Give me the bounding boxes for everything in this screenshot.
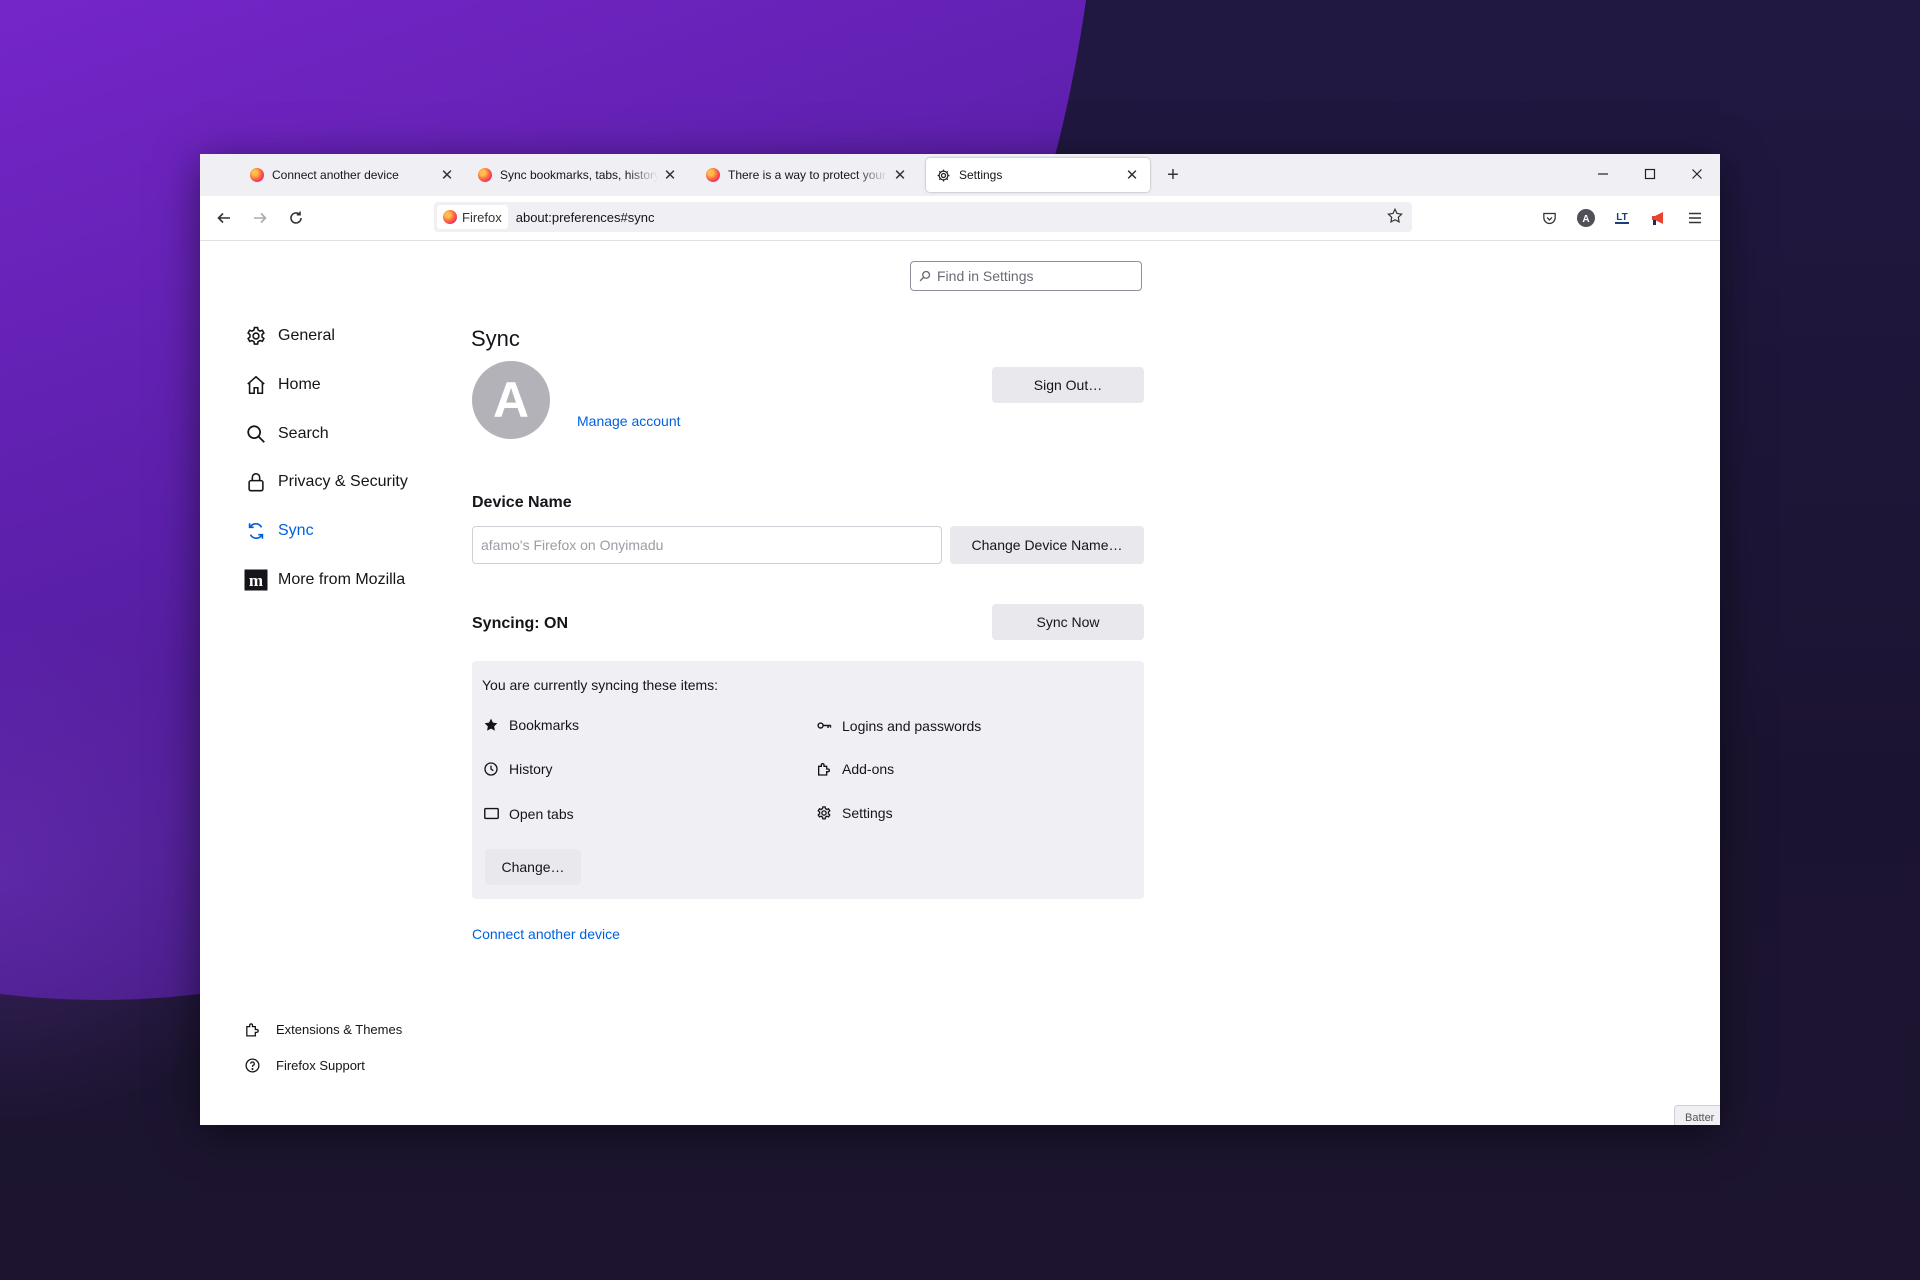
sidebar-item-home[interactable]: Home (244, 370, 321, 400)
sync-now-button[interactable]: Sync Now (992, 604, 1144, 640)
sync-item-label: Logins and passwords (842, 717, 982, 734)
tab-sync-bookmarks[interactable]: Sync bookmarks, tabs, history a ✕ (468, 158, 688, 192)
lock-icon (244, 470, 268, 494)
reload-button[interactable] (283, 205, 309, 231)
account-avatar-icon[interactable]: A (1574, 206, 1598, 230)
sidebar-item-label: Search (278, 425, 329, 442)
sidebar-item-label: Home (278, 376, 321, 393)
firefox-favicon-icon (478, 168, 492, 182)
sidebar-item-label: Firefox Support (276, 1057, 365, 1073)
key-icon (816, 717, 834, 734)
page-title: Sync (471, 326, 520, 351)
sync-item-label: Settings (842, 805, 893, 821)
identity-label: Firefox (462, 209, 502, 225)
settings-page: Find in Settings General Home Search Pri… (200, 241, 1720, 1125)
sidebar-item-search[interactable]: Search (244, 419, 329, 449)
sidebar-item-label: More from Mozilla (278, 571, 406, 588)
sync-item-label: Open tabs (509, 805, 574, 822)
device-name-label: Device Name (472, 494, 572, 511)
sync-pane: Sync A Manage account Sign Out… Device N… (471, 241, 1151, 1041)
sync-icon (244, 519, 268, 543)
sidebar-item-label: Privacy & Security (278, 473, 408, 490)
tab-title: Settings (959, 168, 1003, 182)
sync-item-bookmarks: Bookmarks (483, 717, 579, 733)
sidebar-item-sync[interactable]: Sync (244, 516, 314, 546)
tab-strip: Connect another device ✕ Sync bookmarks,… (200, 154, 1720, 196)
change-synced-items-button[interactable]: Change… (485, 849, 581, 885)
synced-items-intro: You are currently syncing these items: (482, 677, 719, 693)
identity-box[interactable]: Firefox (437, 205, 508, 229)
device-name-field[interactable]: afamo's Firefox on Onyimadu (472, 526, 942, 564)
tab-title: There is a way to protect your p (728, 168, 888, 182)
close-tab-icon[interactable]: ✕ (662, 166, 678, 184)
svg-text:m: m (249, 571, 263, 590)
sidebar-item-label: Extensions & Themes (276, 1021, 403, 1037)
languagetool-extension-icon[interactable]: LT (1610, 206, 1634, 230)
url-text[interactable]: about:preferences#sync (516, 210, 655, 225)
sidebar-item-privacy[interactable]: Privacy & Security (244, 467, 408, 497)
close-window-button[interactable] (1674, 154, 1720, 194)
clock-icon (483, 761, 501, 777)
home-icon (244, 373, 268, 397)
gear-icon (244, 324, 268, 348)
sync-status: Syncing: ON (472, 615, 569, 632)
sync-item-addons: Add-ons (816, 761, 894, 777)
sidebar-item-general[interactable]: General (244, 321, 335, 351)
connect-another-device-link[interactable]: Connect another device (472, 926, 620, 942)
gear-icon (936, 168, 951, 183)
mozilla-icon: m (244, 568, 268, 592)
close-tab-icon[interactable]: ✕ (892, 166, 908, 184)
tab-icon (483, 805, 501, 822)
help-icon (244, 1057, 266, 1074)
tab-settings[interactable]: Settings ✕ (926, 158, 1150, 192)
sync-item-label: History (509, 761, 553, 777)
navigation-toolbar: Firefox about:preferences#sync A LT (200, 196, 1720, 241)
back-button[interactable] (211, 205, 237, 231)
pocket-icon[interactable] (1537, 206, 1561, 230)
sidebar-item-label: Sync (278, 522, 314, 539)
tab-title: Connect another device (272, 168, 399, 182)
tab-title: Sync bookmarks, tabs, history a (500, 168, 658, 182)
close-tab-icon[interactable]: ✕ (439, 166, 455, 184)
gear-icon (816, 805, 834, 821)
close-tab-icon[interactable]: ✕ (1124, 166, 1140, 184)
star-icon (483, 717, 501, 733)
address-bar[interactable]: Firefox about:preferences#sync (434, 202, 1412, 232)
forward-button[interactable] (247, 205, 273, 231)
synced-items-box: You are currently syncing these items: B… (472, 661, 1144, 899)
sync-item-open-tabs: Open tabs (483, 805, 574, 822)
manage-account-link[interactable]: Manage account (577, 413, 681, 429)
sync-item-history: History (483, 761, 553, 777)
sign-out-button[interactable]: Sign Out… (992, 367, 1144, 403)
sync-item-settings: Settings (816, 805, 893, 821)
bookmark-star-icon[interactable] (1386, 207, 1404, 230)
sync-item-label: Add-ons (842, 761, 895, 777)
tab-protect[interactable]: There is a way to protect your p ✕ (696, 158, 918, 192)
change-device-name-button[interactable]: Change Device Name… (950, 526, 1144, 564)
browser-window: Connect another device ✕ Sync bookmarks,… (200, 154, 1720, 1125)
firefox-favicon-icon (250, 168, 264, 182)
minimize-button[interactable] (1580, 154, 1626, 194)
svg-text:A: A (1582, 214, 1589, 225)
search-icon (244, 422, 268, 446)
sidebar-item-firefox-support[interactable]: Firefox Support (244, 1053, 365, 1077)
avatar: A (472, 361, 550, 439)
maximize-button[interactable] (1627, 154, 1673, 194)
sidebar-item-extensions-themes[interactable]: Extensions & Themes (244, 1017, 402, 1041)
megaphone-extension-icon[interactable] (1647, 206, 1671, 230)
battery-tooltip: Batter (1674, 1105, 1720, 1125)
puzzle-icon (816, 761, 834, 777)
new-tab-button[interactable]: + (1160, 162, 1186, 188)
firefox-favicon-icon (706, 168, 720, 182)
firefox-logo-icon (443, 210, 457, 224)
sync-item-label: Bookmarks (509, 717, 580, 733)
menu-hamburger-icon[interactable] (1683, 206, 1707, 230)
svg-text:LT: LT (1616, 212, 1627, 223)
puzzle-icon (244, 1021, 266, 1038)
sidebar-item-more-from-mozilla[interactable]: m More from Mozilla (244, 565, 405, 595)
tab-connect-device[interactable]: Connect another device ✕ (240, 158, 465, 192)
sync-item-logins: Logins and passwords (816, 717, 981, 734)
sidebar-item-label: General (278, 327, 335, 344)
